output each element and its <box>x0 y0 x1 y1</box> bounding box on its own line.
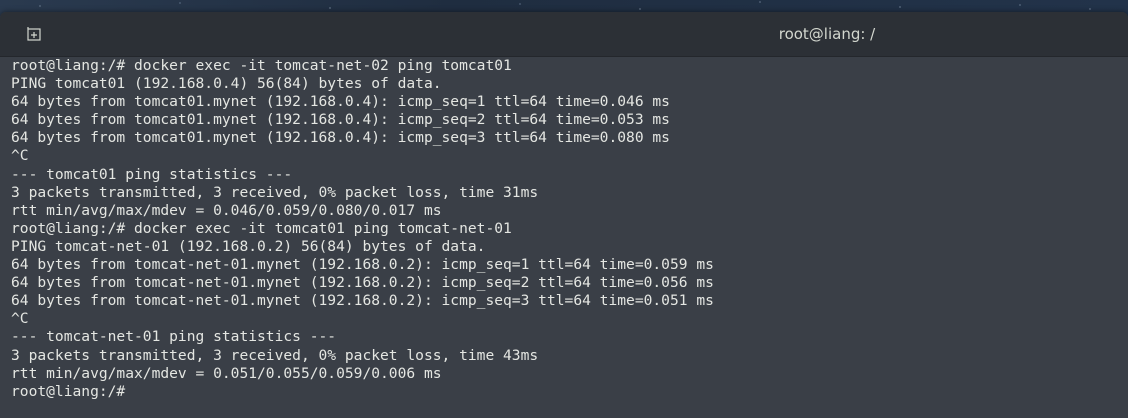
terminal-line: PING tomcat-net-01 (192.168.0.2) 56(84) … <box>11 237 486 255</box>
terminal-line: 64 bytes from tomcat01.mynet (192.168.0.… <box>11 111 670 129</box>
terminal-window[interactable]: root@liang: / root@liang:/# docker exec … <box>0 12 1128 418</box>
terminal-line: --- tomcat-net-01 ping statistics --- <box>11 328 337 346</box>
terminal-line: 3 packets transmitted, 3 received, 0% pa… <box>11 183 539 201</box>
terminal-line: 64 bytes from tomcat01.mynet (192.168.0.… <box>11 129 670 147</box>
window-title: root@liang: / <box>778 25 876 43</box>
terminal-line: root@liang:/# docker exec -it tomcat-net… <box>11 57 512 74</box>
terminal-line: rtt min/avg/max/mdev = 0.051/0.055/0.059… <box>11 364 442 382</box>
terminal-line: 64 bytes from tomcat-net-01.mynet (192.1… <box>11 256 714 274</box>
terminal-line: rtt min/avg/max/mdev = 0.046/0.059/0.080… <box>11 201 442 219</box>
terminal-line: 64 bytes from tomcat01.mynet (192.168.0.… <box>11 93 670 111</box>
terminal-line: --- tomcat01 ping statistics --- <box>11 165 293 183</box>
terminal-line: 3 packets transmitted, 3 received, 0% pa… <box>11 346 539 364</box>
new-tab-button[interactable] <box>22 24 46 44</box>
terminal-line: 64 bytes from tomcat-net-01.mynet (192.1… <box>11 292 714 310</box>
terminal-line: PING tomcat01 (192.168.0.4) 56(84) bytes… <box>11 75 442 93</box>
terminal-line: ^C <box>11 310 29 328</box>
terminal-line: root@liang:/# docker exec -it tomcat01 p… <box>11 219 512 237</box>
terminal-output[interactable]: root@liang:/# docker exec -it tomcat-net… <box>11 57 1124 418</box>
terminal-prompt-line[interactable]: root@liang:/# <box>11 383 1124 401</box>
terminal-line: 64 bytes from tomcat-net-01.mynet (192.1… <box>11 274 714 292</box>
terminal-titlebar[interactable]: root@liang: / <box>0 12 1128 57</box>
new-tab-icon <box>27 27 41 41</box>
terminal-line: ^C <box>11 147 29 165</box>
